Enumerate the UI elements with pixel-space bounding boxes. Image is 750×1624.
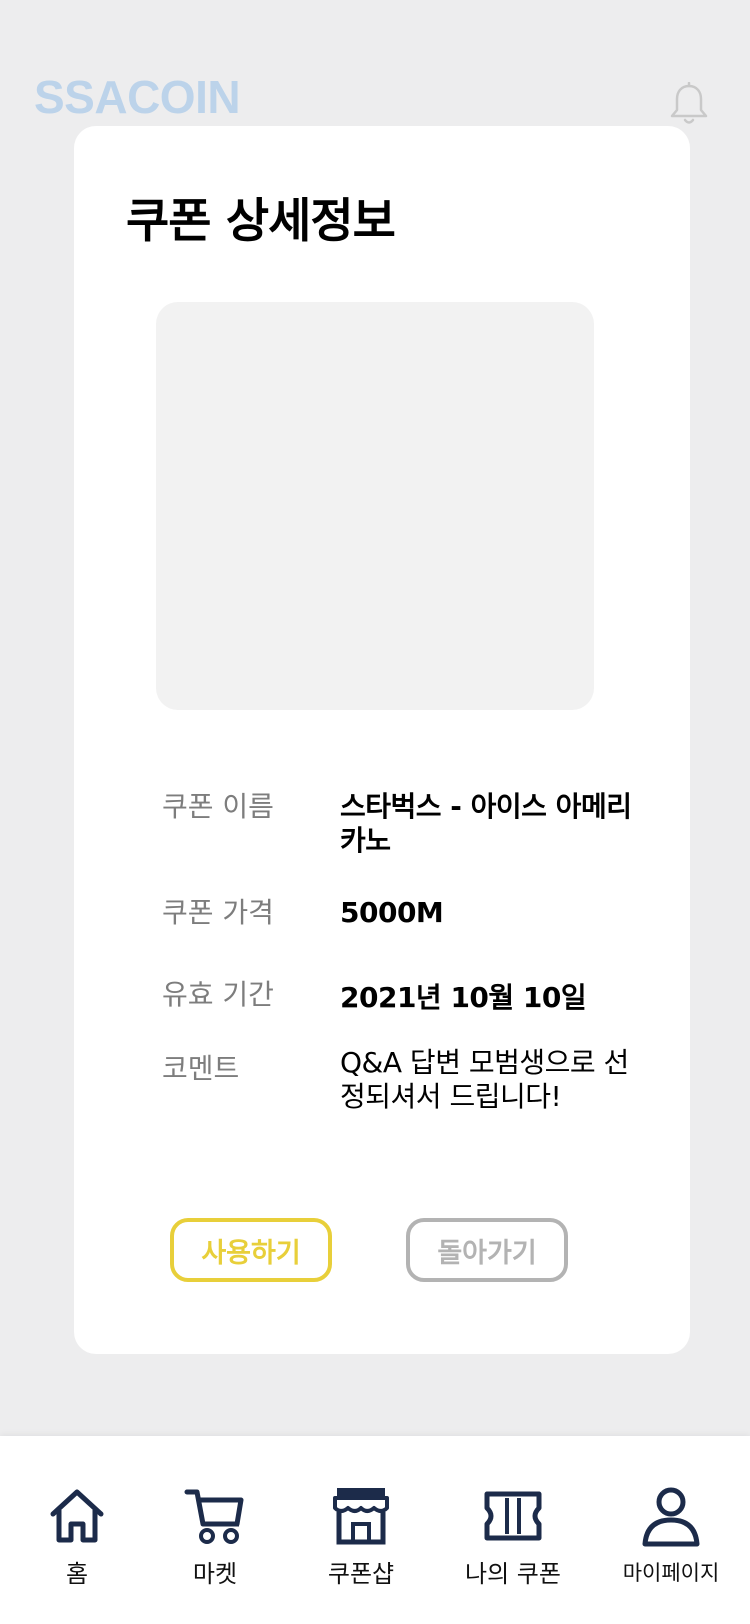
home-icon — [50, 1489, 104, 1543]
store-icon — [333, 1488, 389, 1545]
nav-label-my-page: 마이페이지 — [622, 1561, 720, 1585]
nav-item-coupon-shop[interactable]: 쿠폰샵 — [286, 1436, 436, 1624]
nav-item-my-coupons[interactable]: 나의 쿠폰 — [438, 1436, 588, 1624]
comment-label: 코멘트 — [162, 1052, 240, 1085]
coupon-name-value: 스타벅스 - 아이스 아메리카노 — [340, 790, 632, 857]
nav-label-home: 홈 — [65, 1560, 89, 1588]
coupon-name-label: 쿠폰 이름 — [162, 790, 274, 823]
cart-icon — [184, 1489, 244, 1544]
app-logo: SSACOIN — [34, 71, 241, 123]
nav-item-market[interactable]: 마켓 — [140, 1436, 290, 1624]
nav-item-my-page[interactable]: 마이페이지 — [596, 1436, 746, 1624]
bell-icon[interactable] — [668, 82, 710, 128]
coupon-detail-modal: 쿠폰 상세정보 쿠폰 이름 스타벅스 - 아이스 아메리카노 쿠폰 가격 500… — [74, 126, 690, 1354]
nav-label-coupon-shop: 쿠폰샵 — [327, 1560, 395, 1588]
nav-label-my-coupons: 나의 쿠폰 — [465, 1560, 561, 1588]
coupon-image-placeholder — [156, 302, 594, 710]
nav-label-market: 마켓 — [192, 1560, 238, 1588]
expiry-value: 2021년 10월 10일 — [340, 981, 587, 1014]
coupon-price-value: 5000M — [340, 896, 444, 929]
expiry-label: 유효 기간 — [162, 978, 274, 1011]
use-coupon-button[interactable]: 사용하기 — [170, 1218, 332, 1282]
coupon-price-label: 쿠폰 가격 — [162, 896, 274, 929]
nav-item-home[interactable]: 홈 — [2, 1436, 152, 1624]
ticket-icon — [484, 1491, 542, 1541]
modal-title: 쿠폰 상세정보 — [126, 194, 396, 249]
user-icon — [642, 1487, 700, 1547]
bottom-navigation: 홈 마켓 쿠폰샵 나의 쿠폰 마이페이지 — [0, 1436, 750, 1624]
comment-value: Q&A 답변 모범생으로 선정되셔서 드립니다! — [340, 1046, 629, 1113]
back-button[interactable]: 돌아가기 — [406, 1218, 568, 1282]
